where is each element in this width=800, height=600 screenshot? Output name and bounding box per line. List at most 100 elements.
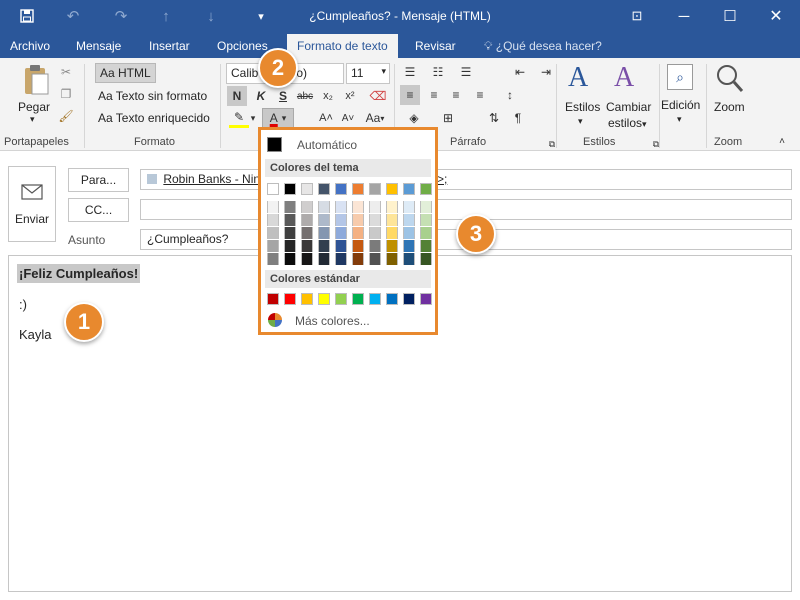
theme-color-swatch[interactable]	[369, 183, 381, 195]
theme-shade-swatch[interactable]	[267, 253, 279, 265]
theme-shade-swatch[interactable]	[352, 214, 364, 226]
standard-color-swatch[interactable]	[420, 293, 432, 305]
shading-icon[interactable]: ◈	[404, 108, 424, 128]
cut-icon[interactable]: ✂	[56, 62, 76, 82]
tab-archivo[interactable]: Archivo	[2, 34, 58, 58]
tab-insertar[interactable]: Insertar	[141, 34, 198, 58]
standard-color-swatch[interactable]	[267, 293, 279, 305]
theme-shade-swatch[interactable]	[301, 240, 313, 252]
close-icon[interactable]: ✕	[765, 6, 787, 26]
collapse-ribbon-icon[interactable]: ˄	[772, 131, 792, 151]
find-icon[interactable]: ⌕	[667, 64, 693, 90]
theme-shade-swatch[interactable]	[284, 214, 296, 226]
editing-dropdown-icon[interactable]: ▾	[677, 114, 682, 125]
increase-indent-icon[interactable]: ⇥	[536, 62, 556, 82]
theme-shade-swatch[interactable]	[352, 201, 364, 213]
standard-color-swatch[interactable]	[369, 293, 381, 305]
theme-shade-swatch[interactable]	[352, 240, 364, 252]
align-center-icon[interactable]: ≡	[424, 85, 444, 105]
theme-shade-swatch[interactable]	[267, 240, 279, 252]
theme-shade-swatch[interactable]	[420, 214, 432, 226]
theme-shade-swatch[interactable]	[386, 240, 398, 252]
theme-color-swatch[interactable]	[352, 183, 364, 195]
standard-color-swatch[interactable]	[403, 293, 415, 305]
theme-shade-swatch[interactable]	[369, 253, 381, 265]
theme-shade-swatch[interactable]	[335, 227, 347, 239]
tab-revisar[interactable]: Revisar	[407, 34, 464, 58]
theme-shade-swatch[interactable]	[403, 227, 415, 239]
rich-text-button[interactable]: Aa Texto enriquecido	[98, 111, 210, 125]
change-case-icon[interactable]: Aa ▾	[362, 108, 388, 128]
html-format-button[interactable]: Aa HTML	[95, 63, 156, 83]
line-spacing-icon[interactable]: ↕	[500, 85, 520, 105]
font-color-icon[interactable]: A ▾	[262, 108, 294, 128]
body-line-signature[interactable]: Kayla	[19, 327, 52, 342]
theme-shade-swatch[interactable]	[403, 214, 415, 226]
styles-icon[interactable]: A	[568, 62, 588, 94]
to-field[interactable]: Robin Banks - Ninco >;	[140, 169, 792, 190]
italic-icon[interactable]: K	[251, 86, 271, 106]
dialog-launcher-icon[interactable]: ⧉	[646, 134, 666, 154]
theme-shade-swatch[interactable]	[420, 201, 432, 213]
strikethrough-icon[interactable]: abc	[295, 86, 315, 106]
theme-shade-swatch[interactable]	[403, 201, 415, 213]
theme-shade-swatch[interactable]	[267, 227, 279, 239]
theme-color-swatch[interactable]	[386, 183, 398, 195]
format-painter-icon[interactable]: 🖌︎	[56, 106, 76, 126]
body-line-greeting[interactable]: ¡Feliz Cumpleaños!	[17, 264, 141, 283]
theme-shade-swatch[interactable]	[318, 201, 330, 213]
clear-formatting-icon[interactable]: ⌫	[368, 86, 388, 106]
theme-shade-swatch[interactable]	[420, 227, 432, 239]
theme-shade-swatch[interactable]	[301, 227, 313, 239]
standard-color-swatch[interactable]	[386, 293, 398, 305]
minimize-icon[interactable]: ─	[673, 6, 695, 26]
zoom-icon[interactable]	[716, 64, 744, 97]
theme-shade-swatch[interactable]	[386, 253, 398, 265]
borders-icon[interactable]: ⊞	[438, 108, 458, 128]
standard-color-swatch[interactable]	[335, 293, 347, 305]
theme-shade-swatch[interactable]	[369, 214, 381, 226]
dialog-launcher-icon[interactable]: ⧉	[542, 134, 562, 154]
tab-mensaje[interactable]: Mensaje	[68, 34, 129, 58]
theme-shade-swatch[interactable]	[403, 253, 415, 265]
zoom-button[interactable]: Zoom	[714, 100, 745, 114]
tab-formato-de-texto[interactable]: Formato de texto	[287, 34, 398, 58]
superscript-icon[interactable]: x²	[340, 86, 360, 106]
editing-button[interactable]: Edición	[661, 98, 700, 112]
theme-shade-swatch[interactable]	[335, 253, 347, 265]
theme-color-swatch[interactable]	[318, 183, 330, 195]
ribbon-display-icon[interactable]: ⊡	[626, 6, 648, 26]
theme-shade-swatch[interactable]	[420, 240, 432, 252]
theme-shade-swatch[interactable]	[386, 227, 398, 239]
cc-button[interactable]: CC...	[68, 198, 129, 222]
theme-shade-swatch[interactable]	[386, 201, 398, 213]
theme-shade-swatch[interactable]	[284, 240, 296, 252]
theme-shade-swatch[interactable]	[267, 201, 279, 213]
change-styles-button[interactable]: Cambiar	[606, 100, 651, 114]
sort-icon[interactable]: ⇅	[484, 108, 504, 128]
theme-color-swatch[interactable]	[301, 183, 313, 195]
align-left-icon[interactable]: ≡	[400, 85, 420, 105]
theme-shade-swatch[interactable]	[386, 214, 398, 226]
font-size-combo[interactable]: 11 ▾	[346, 63, 390, 84]
theme-shade-swatch[interactable]	[301, 253, 313, 265]
theme-shade-swatch[interactable]	[369, 227, 381, 239]
to-button[interactable]: Para...	[68, 168, 129, 192]
theme-shade-swatch[interactable]	[403, 240, 415, 252]
theme-shade-swatch[interactable]	[318, 253, 330, 265]
theme-shade-swatch[interactable]	[335, 214, 347, 226]
standard-color-swatch[interactable]	[318, 293, 330, 305]
justify-icon[interactable]: ≡	[470, 85, 490, 105]
standard-color-swatch[interactable]	[284, 293, 296, 305]
theme-shade-swatch[interactable]	[352, 227, 364, 239]
change-styles-button-line2[interactable]: estilos▾	[608, 116, 647, 130]
paste-dropdown-icon[interactable]: ▾	[30, 114, 35, 125]
theme-shade-swatch[interactable]	[318, 240, 330, 252]
subscript-icon[interactable]: x₂	[318, 86, 338, 106]
numbering-icon[interactable]: ☷	[428, 62, 448, 82]
more-colors-option[interactable]: Más colores...	[265, 311, 431, 331]
theme-shade-swatch[interactable]	[335, 240, 347, 252]
theme-shade-swatch[interactable]	[284, 201, 296, 213]
copy-icon[interactable]: ❐	[56, 84, 76, 104]
align-right-icon[interactable]: ≡	[446, 85, 466, 105]
